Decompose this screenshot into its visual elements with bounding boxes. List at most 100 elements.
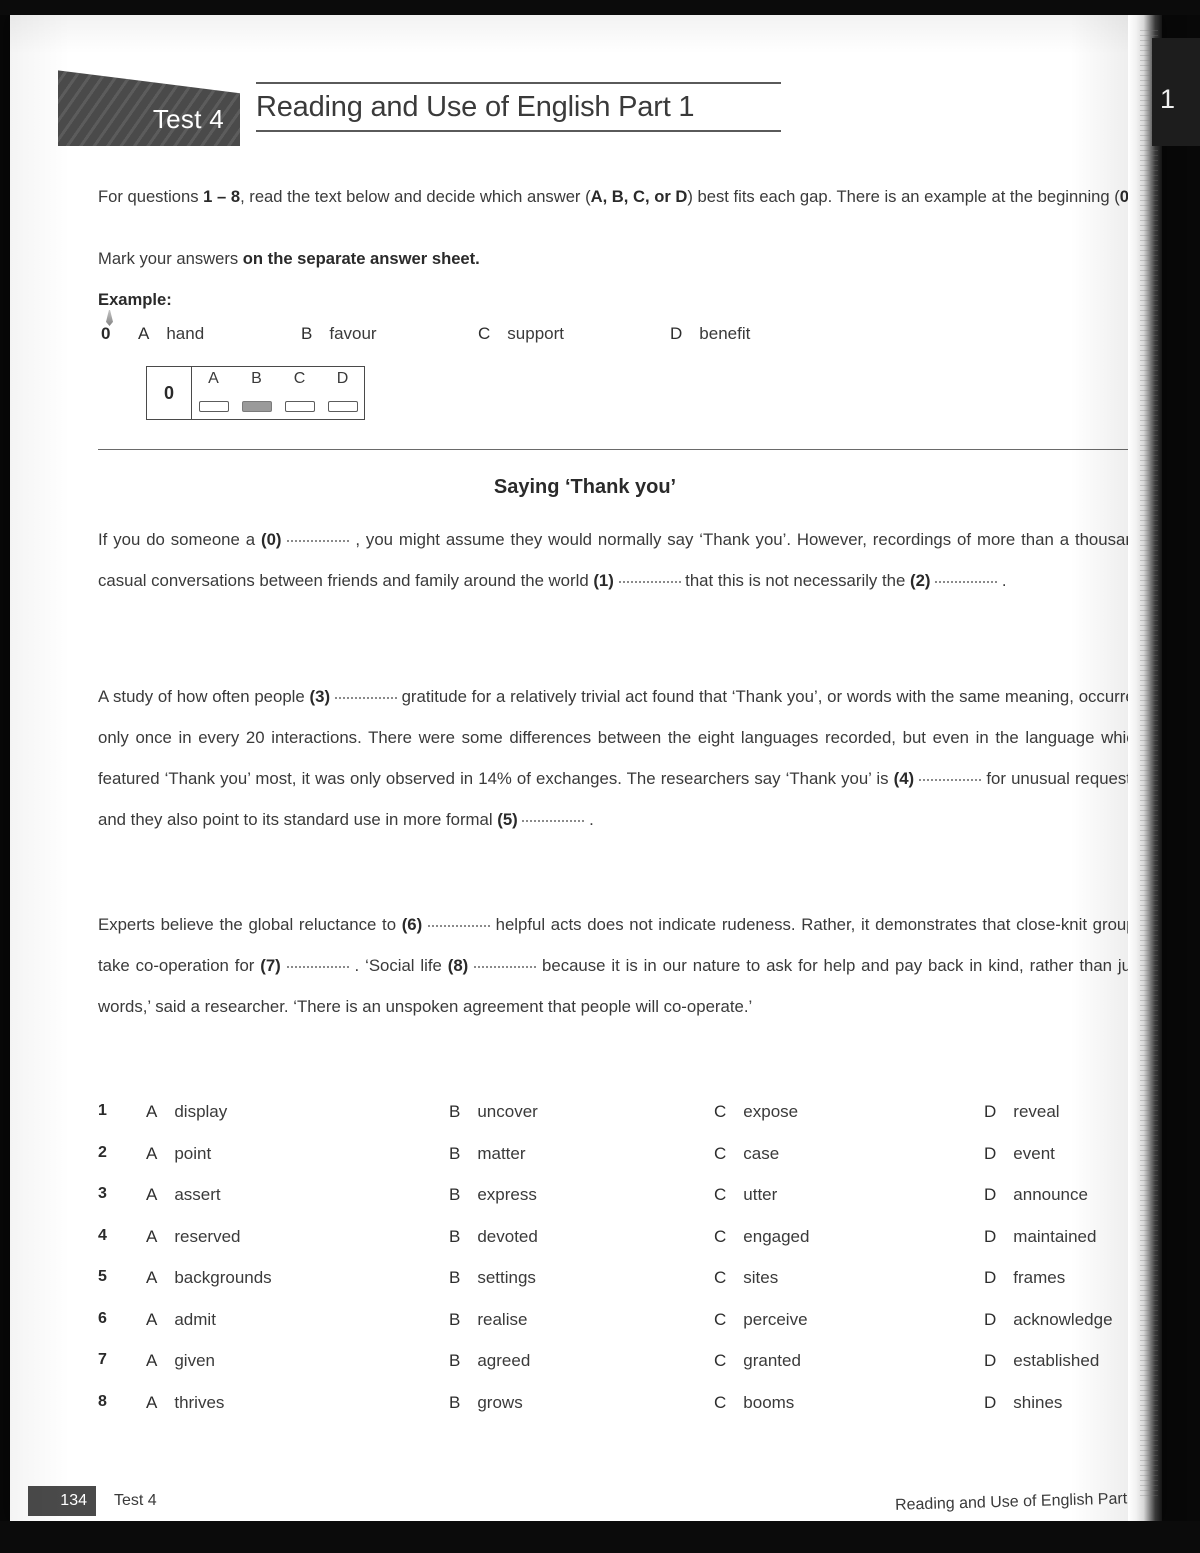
option-d-q7[interactable]: Destablished bbox=[984, 1351, 1099, 1371]
option-b-q6[interactable]: Brealise bbox=[449, 1310, 527, 1330]
instr-prefix: For questions bbox=[98, 187, 204, 206]
option-b-q1[interactable]: Buncover bbox=[449, 1102, 538, 1122]
gap-blank[interactable] bbox=[919, 779, 982, 782]
options-row-number: 5 bbox=[98, 1268, 107, 1285]
paragraph-text: A study of how often people bbox=[98, 687, 310, 706]
answer-grid-mark-box[interactable] bbox=[198, 401, 229, 412]
answer-grid-cell-c[interactable]: C bbox=[278, 367, 321, 419]
option-a-q3[interactable]: Aassert bbox=[146, 1185, 221, 1205]
option-d-q1[interactable]: Dreveal bbox=[984, 1102, 1060, 1122]
page-header: Test 4 Reading and Use of English Part 1 bbox=[10, 14, 1160, 162]
option-c-q4[interactable]: Cengaged bbox=[714, 1227, 809, 1247]
option-word: engaged bbox=[743, 1226, 810, 1246]
gap-blank[interactable] bbox=[334, 697, 397, 699]
option-b-q3[interactable]: Bexpress bbox=[449, 1185, 537, 1205]
option-d-q2[interactable]: Devent bbox=[984, 1144, 1055, 1164]
example-answer-grid: 0 A B C D bbox=[146, 366, 365, 420]
option-c-q6[interactable]: Cperceive bbox=[714, 1310, 808, 1330]
option-a-q7[interactable]: Agiven bbox=[146, 1351, 215, 1371]
gap-number: (5) bbox=[497, 810, 518, 830]
answer-grid-question-number: 0 bbox=[147, 367, 192, 419]
option-word: grows bbox=[477, 1392, 523, 1412]
option-word: frames bbox=[1013, 1268, 1066, 1287]
option-c-q3[interactable]: Cutter bbox=[714, 1185, 777, 1205]
option-b-q2[interactable]: Bmatter bbox=[449, 1144, 526, 1164]
paragraph-text: that this is not necessarily the bbox=[680, 571, 910, 591]
option-letter: A bbox=[146, 1392, 158, 1412]
option-a-q2[interactable]: Apoint bbox=[146, 1144, 211, 1164]
gap-blank[interactable] bbox=[522, 820, 585, 823]
paragraph-text: . bbox=[584, 810, 594, 830]
option-word: realise bbox=[477, 1309, 528, 1329]
options-row: 3 Aassert Bexpress Cutter Dannounce bbox=[98, 1185, 1144, 1227]
option-word: matter bbox=[477, 1143, 526, 1163]
photo-background: Test 4 Reading and Use of English Part 1… bbox=[0, 0, 1200, 1553]
option-b-q5[interactable]: Bsettings bbox=[449, 1268, 536, 1288]
option-word: announce bbox=[1013, 1185, 1088, 1204]
option-letter: A bbox=[146, 1351, 158, 1370]
photo-top-band bbox=[0, 0, 1200, 15]
option-b-q7[interactable]: Bagreed bbox=[449, 1351, 530, 1371]
option-word: admit bbox=[174, 1309, 216, 1329]
option-c-q8[interactable]: Cbooms bbox=[714, 1393, 794, 1413]
test-number-tab: Test 4 bbox=[58, 70, 240, 146]
gap-blank[interactable] bbox=[427, 925, 490, 927]
answer-grid-cell-b[interactable]: B bbox=[235, 367, 278, 419]
option-a-q8[interactable]: Athrives bbox=[146, 1393, 224, 1413]
gap-blank[interactable] bbox=[474, 966, 537, 969]
option-letter: B bbox=[449, 1143, 461, 1163]
option-d-q4[interactable]: Dmaintained bbox=[984, 1227, 1096, 1247]
option-letter: C bbox=[714, 1185, 727, 1204]
option-b-q8[interactable]: Bgrows bbox=[449, 1393, 523, 1413]
option-a-q1[interactable]: Adisplay bbox=[146, 1102, 227, 1122]
example-option-d: Dbenefit bbox=[670, 324, 750, 344]
gap-blank[interactable] bbox=[286, 966, 349, 969]
example-question-number: 0 bbox=[101, 324, 111, 343]
answer-grid-mark-box-filled[interactable] bbox=[241, 401, 272, 412]
option-word: event bbox=[1013, 1143, 1055, 1163]
option-word: utter bbox=[743, 1185, 778, 1204]
option-a-q5[interactable]: Abackgrounds bbox=[146, 1268, 272, 1288]
option-letter: B bbox=[449, 1392, 461, 1412]
option-d-q6[interactable]: Dacknowledge bbox=[984, 1310, 1113, 1330]
option-b-q4[interactable]: Bdevoted bbox=[449, 1227, 538, 1247]
options-row: 4 Areserved Bdevoted Cengaged Dmaintained bbox=[98, 1227, 1144, 1269]
option-word: point bbox=[174, 1143, 212, 1163]
option-c-q2[interactable]: Ccase bbox=[714, 1144, 779, 1164]
example-option-d-letter: D bbox=[670, 324, 683, 343]
example-option-c-word: support bbox=[507, 324, 564, 343]
page-number-badge: 134 bbox=[28, 1486, 96, 1516]
option-c-q7[interactable]: Cgranted bbox=[714, 1351, 801, 1371]
answer-grid-mark-box[interactable] bbox=[327, 401, 358, 412]
option-letter: A bbox=[146, 1309, 158, 1329]
option-letter: C bbox=[714, 1309, 727, 1329]
option-word: perceive bbox=[743, 1309, 808, 1329]
gap-blank[interactable] bbox=[935, 581, 998, 584]
options-list: 1 Adisplay Buncover Cexpose Dreveal 2 Apoint Bm… bbox=[98, 1102, 1144, 1434]
answer-grid-mark-box[interactable] bbox=[284, 401, 315, 412]
options-row: 1 Adisplay Buncover Cexpose Dreveal bbox=[98, 1102, 1144, 1144]
option-letter: D bbox=[984, 1351, 997, 1370]
option-a-q4[interactable]: Areserved bbox=[146, 1227, 240, 1247]
gap-blank[interactable] bbox=[618, 581, 681, 584]
gap-number: (1) bbox=[593, 571, 614, 591]
option-c-q1[interactable]: Cexpose bbox=[714, 1102, 798, 1122]
option-d-q5[interactable]: Dframes bbox=[984, 1268, 1065, 1288]
options-row-number: 6 bbox=[98, 1309, 107, 1327]
gap-number: (3) bbox=[309, 687, 331, 706]
options-row: 7 Agiven Bagreed Cgranted Destablished bbox=[98, 1351, 1144, 1393]
options-row-number: 2 bbox=[98, 1143, 107, 1161]
option-word: devoted bbox=[477, 1226, 538, 1246]
answer-grid-cell-d[interactable]: D bbox=[321, 367, 364, 419]
option-word: express bbox=[477, 1185, 537, 1204]
option-c-q5[interactable]: Csites bbox=[714, 1268, 778, 1288]
gap-blank[interactable] bbox=[287, 540, 350, 542]
option-d-q8[interactable]: Dshines bbox=[984, 1393, 1062, 1413]
option-a-q6[interactable]: Aadmit bbox=[146, 1310, 216, 1330]
option-word: uncover bbox=[477, 1102, 538, 1121]
answer-grid-cell-a[interactable]: A bbox=[192, 367, 235, 419]
option-d-q3[interactable]: Dannounce bbox=[984, 1185, 1088, 1205]
paragraph-text: If you do someone a bbox=[98, 530, 261, 549]
option-letter: C bbox=[714, 1226, 727, 1246]
page-footer: 134 Test 4 Reading and Use of English Pa… bbox=[10, 1484, 1160, 1526]
